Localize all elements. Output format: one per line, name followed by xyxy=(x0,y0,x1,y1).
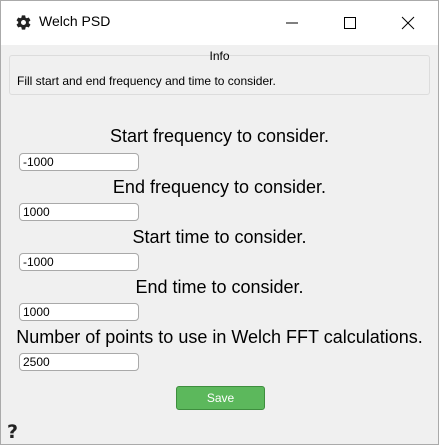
start-frequency-input[interactable] xyxy=(19,153,139,171)
end-frequency-input[interactable] xyxy=(19,203,139,221)
close-icon xyxy=(401,16,415,30)
start-time-input[interactable] xyxy=(19,253,139,271)
save-button[interactable]: Save xyxy=(176,386,265,410)
maximize-button[interactable] xyxy=(321,1,379,45)
end-time-input[interactable] xyxy=(19,303,139,321)
welch-points-label: Number of points to use in Welch FFT cal… xyxy=(16,327,423,347)
close-button[interactable] xyxy=(379,1,437,45)
welch-points-input[interactable] xyxy=(19,353,139,371)
end-frequency-label: End frequency to consider. xyxy=(112,177,327,197)
info-group: Info Fill start and end frequency and ti… xyxy=(9,49,430,95)
question-icon[interactable]: ? xyxy=(7,421,18,443)
title-bar[interactable]: Welch PSD xyxy=(1,1,438,45)
minimize-icon xyxy=(286,22,298,24)
welch-psd-window: Welch PSD Info Fill start and end freque… xyxy=(0,0,439,445)
info-text: Fill start and end frequency and time to… xyxy=(17,74,276,88)
end-time-label: End time to consider. xyxy=(135,277,304,297)
minimize-button[interactable] xyxy=(263,1,321,45)
start-frequency-label: Start frequency to consider. xyxy=(109,126,330,146)
window-title: Welch PSD xyxy=(39,13,111,29)
maximize-icon xyxy=(344,17,356,29)
info-title: Info xyxy=(209,49,230,63)
start-time-label: Start time to consider. xyxy=(132,227,307,247)
gear-icon xyxy=(15,14,32,31)
